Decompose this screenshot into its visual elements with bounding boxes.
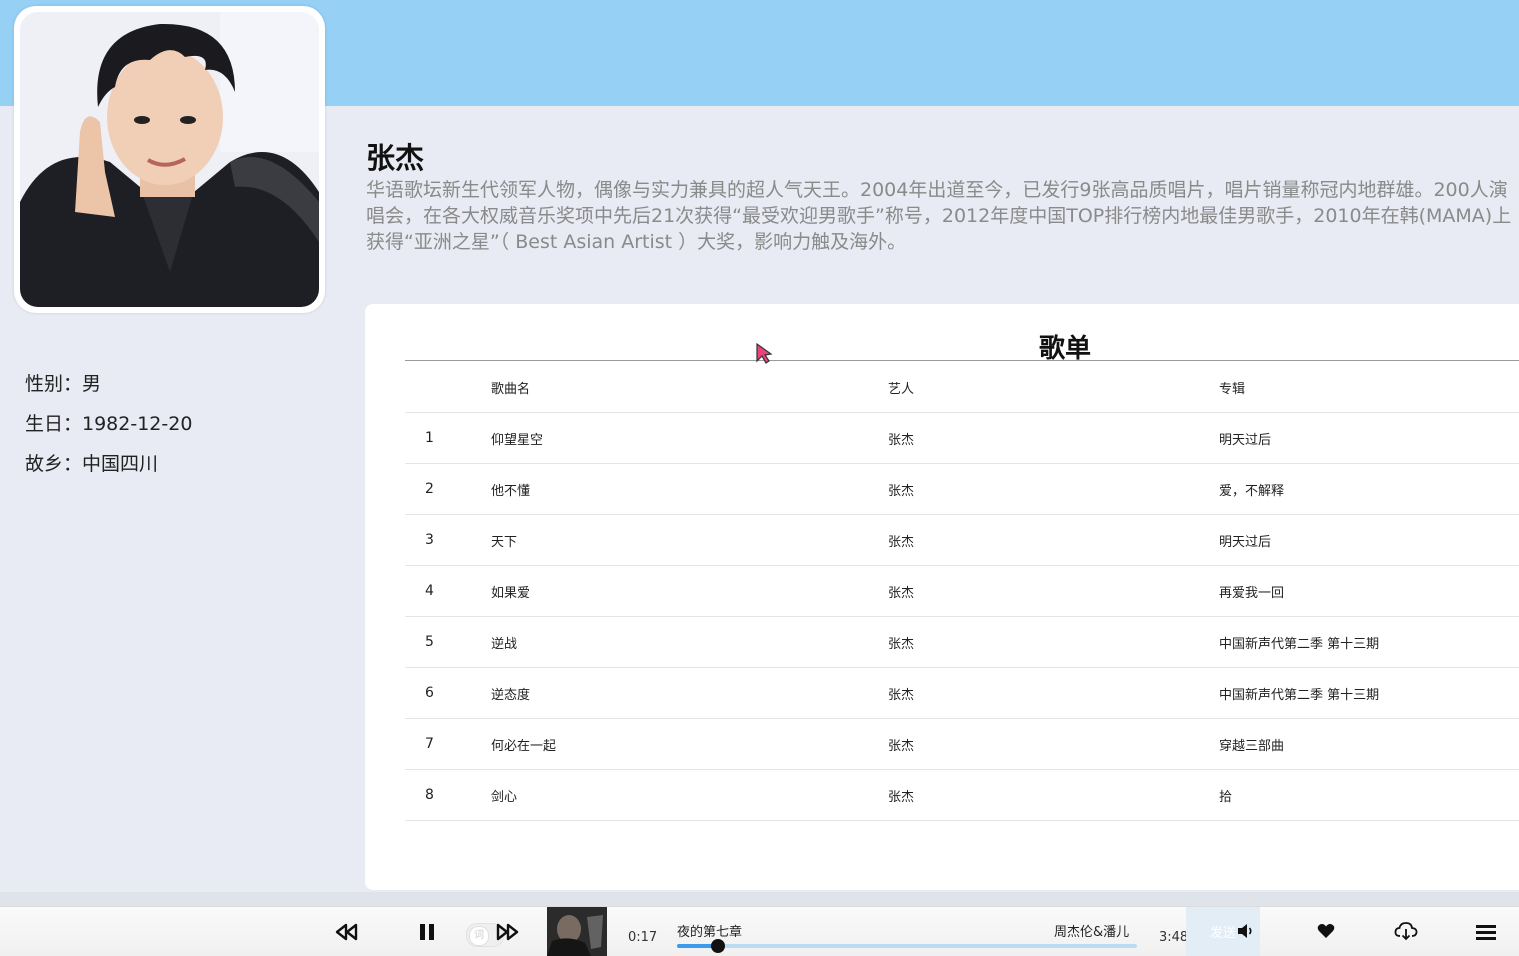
song-index: 7 bbox=[405, 718, 491, 770]
artist-info-list: 性别：男 生日：1982-12-20 故乡：中国四川 bbox=[25, 368, 192, 488]
menu-button[interactable] bbox=[1474, 921, 1498, 943]
song-name[interactable]: 如果爱 bbox=[491, 565, 888, 617]
previous-icon bbox=[335, 923, 358, 941]
song-name[interactable]: 何必在一起 bbox=[491, 718, 888, 770]
table-row[interactable]: 4 如果爱 张杰 再爱我一回 bbox=[405, 565, 1519, 617]
table-row[interactable]: 7 何必在一起 张杰 穿越三部曲 bbox=[405, 718, 1519, 770]
song-album[interactable]: 穿越三部曲 bbox=[1219, 718, 1519, 770]
header-song-name[interactable]: 歌曲名 bbox=[491, 362, 888, 413]
song-name[interactable]: 仰望星空 bbox=[491, 412, 888, 464]
favorite-button[interactable] bbox=[1315, 921, 1337, 941]
table-row[interactable]: 2 他不懂 张杰 爱，不解释 bbox=[405, 463, 1519, 515]
album-cover[interactable] bbox=[547, 907, 607, 956]
table-row[interactable]: 8 剑心 张杰 拾 bbox=[405, 769, 1519, 821]
song-name[interactable]: 天下 bbox=[491, 514, 888, 566]
song-index: 1 bbox=[405, 412, 491, 464]
next-button[interactable] bbox=[494, 919, 520, 945]
playlist-table: 歌曲名 艺人 专辑 1 仰望星空 张杰 明天过后 2 他不懂 张杰 爱，不解释 … bbox=[405, 362, 1519, 821]
song-artist[interactable]: 张杰 bbox=[888, 718, 1219, 770]
song-album[interactable]: 再爱我一回 bbox=[1219, 565, 1519, 617]
song-name[interactable]: 他不懂 bbox=[491, 463, 888, 515]
song-artist[interactable]: 张杰 bbox=[888, 565, 1219, 617]
playlist-title-divider bbox=[405, 360, 1519, 361]
song-album[interactable]: 明天过后 bbox=[1219, 514, 1519, 566]
song-album[interactable]: 明天过后 bbox=[1219, 412, 1519, 464]
song-album[interactable]: 中国新声代第二季 第十三期 bbox=[1219, 667, 1519, 719]
song-album[interactable]: 中国新声代第二季 第十三期 bbox=[1219, 616, 1519, 668]
menu-icon bbox=[1476, 925, 1496, 940]
bottom-strip bbox=[0, 892, 1519, 906]
song-artist[interactable]: 张杰 bbox=[888, 463, 1219, 515]
artist-birthday: 生日：1982-12-20 bbox=[25, 413, 193, 435]
song-index: 6 bbox=[405, 667, 491, 719]
progress-knob[interactable] bbox=[711, 939, 726, 953]
song-album[interactable]: 拾 bbox=[1219, 769, 1519, 821]
table-row[interactable]: 3 天下 张杰 明天过后 bbox=[405, 514, 1519, 566]
song-artist[interactable]: 张杰 bbox=[888, 769, 1219, 821]
total-time: 3:48 bbox=[1159, 930, 1189, 945]
table-row[interactable]: 6 逆态度 张杰 中国新声代第二季 第十三期 bbox=[405, 667, 1519, 719]
heart-icon bbox=[1317, 924, 1335, 938]
mouse-cursor-icon bbox=[756, 342, 773, 364]
song-name[interactable]: 逆战 bbox=[491, 616, 888, 668]
song-artist[interactable]: 张杰 bbox=[888, 616, 1219, 668]
song-artist[interactable]: 张杰 bbox=[888, 514, 1219, 566]
album-cover-art bbox=[547, 907, 607, 956]
table-row[interactable]: 5 逆战 张杰 中国新声代第二季 第十三期 bbox=[405, 616, 1519, 668]
download-icon bbox=[1394, 922, 1418, 941]
download-button[interactable] bbox=[1393, 919, 1419, 943]
song-artist[interactable]: 张杰 bbox=[888, 667, 1219, 719]
current-time: 0:17 bbox=[628, 930, 658, 945]
volume-button[interactable] bbox=[1236, 921, 1256, 941]
header-artist[interactable]: 艺人 bbox=[888, 362, 1219, 413]
artist-name: 张杰 bbox=[366, 141, 425, 175]
artist-avatar bbox=[20, 12, 319, 307]
artist-avatar-frame bbox=[14, 6, 325, 313]
playlist-card: 歌单 歌曲名 艺人 专辑 1 仰望星空 张杰 明天过后 2 他不懂 张杰 爱，不… bbox=[365, 304, 1519, 890]
volume-icon bbox=[1238, 924, 1252, 938]
header-index bbox=[405, 362, 491, 413]
song-name[interactable]: 剑心 bbox=[491, 769, 888, 821]
next-icon bbox=[496, 923, 519, 941]
header-album[interactable]: 专辑 bbox=[1219, 362, 1519, 413]
song-index: 8 bbox=[405, 769, 491, 821]
song-index: 5 bbox=[405, 616, 491, 668]
table-header-row: 歌曲名 艺人 专辑 bbox=[405, 362, 1519, 413]
progress-bar[interactable] bbox=[677, 939, 1137, 953]
table-row[interactable]: 1 仰望星空 张杰 明天过后 bbox=[405, 412, 1519, 464]
song-index: 2 bbox=[405, 463, 491, 515]
artist-gender: 性别：男 bbox=[25, 373, 102, 395]
artist-bio: 华语歌坛新生代领军人物，偶像与实力兼具的超人气天王。2004年出道至今，已发行9… bbox=[366, 179, 1512, 253]
now-playing-title[interactable]: 夜的第七章 bbox=[677, 921, 742, 940]
song-artist[interactable]: 张杰 bbox=[888, 412, 1219, 464]
pause-icon bbox=[420, 924, 434, 940]
song-index: 4 bbox=[405, 565, 491, 617]
artist-hometown: 故乡：中国四川 bbox=[25, 453, 159, 475]
now-playing-artist[interactable]: 周杰伦&潘儿 bbox=[1054, 921, 1129, 940]
song-album[interactable]: 爱，不解释 bbox=[1219, 463, 1519, 515]
song-index: 3 bbox=[405, 514, 491, 566]
pause-button[interactable] bbox=[414, 919, 440, 945]
previous-button[interactable] bbox=[334, 919, 360, 945]
player-bar: 词 0:17 夜的第七章 周杰伦&潘儿 3:48 发送 bbox=[0, 906, 1519, 956]
lyrics-toggle-label: 词 bbox=[469, 926, 489, 946]
song-name[interactable]: 逆态度 bbox=[491, 667, 888, 719]
